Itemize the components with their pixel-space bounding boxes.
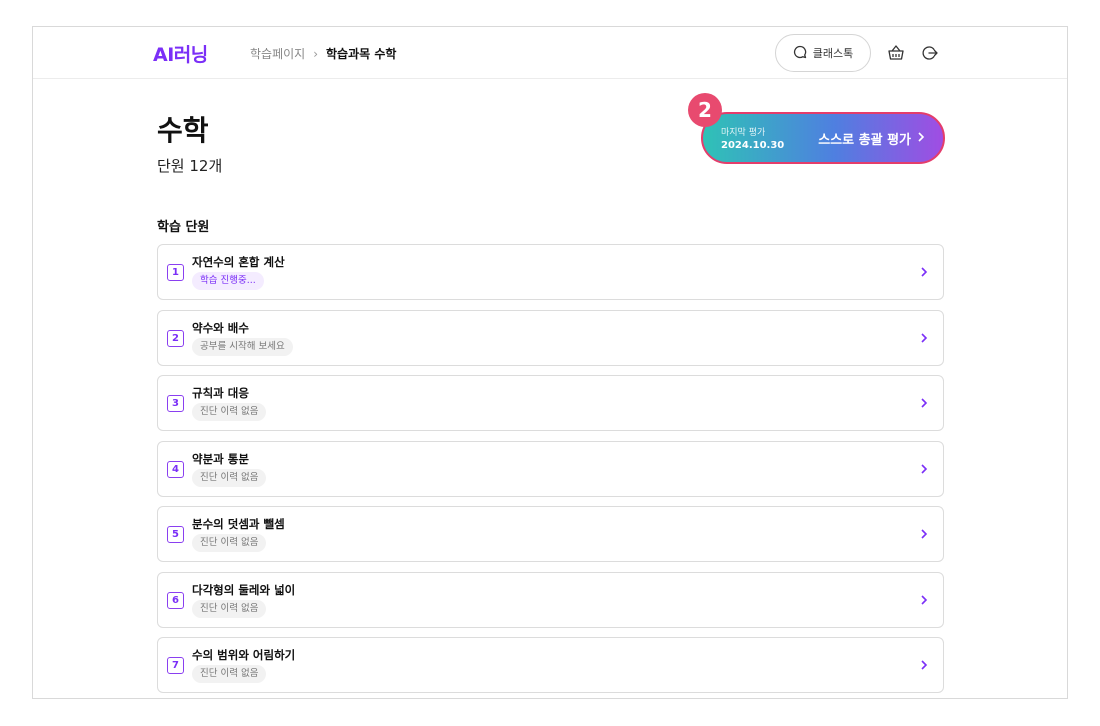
unit-number: 2 — [167, 329, 184, 347]
unit-name: 규칙과 대응 — [192, 386, 249, 400]
unit-number: 7 — [167, 657, 184, 674]
basket-icon[interactable] — [886, 43, 906, 63]
unit-card[interactable]: 5 분수의 덧셈과 뺄셈 진단 이력 없음 — [157, 506, 944, 562]
unit-list: 1 자연수의 혼합 계산 학습 진행중... 2 약수와 배수 공부를 시작해 … — [157, 244, 944, 698]
last-evaluation-label: 마지막 평가 — [721, 128, 766, 138]
unit-card[interactable]: 7 수의 범위와 어림하기 진단 이력 없음 — [157, 637, 944, 693]
chevron-right-icon — [917, 265, 931, 279]
unit-count: 단원 12개 — [157, 157, 223, 175]
logo[interactable]: AI러닝 — [153, 40, 208, 67]
classtalk-button[interactable]: 클래스톡 — [775, 34, 871, 72]
unit-status: 진단 이력 없음 — [192, 403, 267, 421]
chevron-right-icon — [917, 593, 931, 607]
chevron-right-icon — [917, 396, 931, 410]
unit-status: 진단 이력 없음 — [192, 534, 267, 552]
last-evaluation-date: 2024.10.30 — [721, 140, 785, 151]
breadcrumb: 학습페이지 › 학습과목 수학 — [250, 45, 396, 62]
chevron-right-icon — [917, 527, 931, 541]
unit-status: 공부를 시작해 보세요 — [192, 337, 293, 356]
unit-card[interactable]: 1 자연수의 혼합 계산 학습 진행중... — [157, 244, 944, 300]
unit-name: 약분과 통분 — [192, 451, 249, 466]
self-evaluation-button[interactable]: 마지막 평가 2024.10.30 스스로 총괄 평가 — [701, 112, 945, 164]
chevron-right-icon — [917, 658, 931, 672]
unit-number: 1 — [167, 264, 184, 281]
breadcrumb-parent[interactable]: 학습페이지 — [250, 45, 305, 62]
unit-number: 4 — [167, 460, 184, 478]
unit-number: 5 — [167, 526, 184, 543]
breadcrumb-separator: › — [313, 46, 319, 61]
logout-icon[interactable] — [920, 43, 940, 63]
breadcrumb-current: 학습과목 수학 — [326, 47, 397, 61]
unit-name: 다각형의 둘레와 넓이 — [192, 582, 296, 597]
top-bar: AI러닝 학습페이지 › 학습과목 수학 클래스톡 — [33, 27, 1067, 79]
section-title: 학습 단원 — [157, 220, 210, 235]
evaluation-action-label: 스스로 총괄 평가 — [818, 132, 911, 148]
unit-card[interactable]: 3 규칙과 대응 진단 이력 없음 — [157, 375, 944, 431]
app-frame: AI러닝 학습페이지 › 학습과목 수학 클래스톡 수학 단원 12개 2 마지… — [32, 26, 1068, 699]
chevron-right-icon — [917, 331, 931, 345]
unit-card[interactable]: 6 다각형의 둘레와 넓이 진단 이력 없음 — [157, 571, 944, 628]
chevron-right-icon — [917, 131, 925, 146]
unit-number: 3 — [167, 395, 184, 412]
unit-name: 분수의 덧셈과 뺄셈 — [192, 517, 285, 531]
step-badge: 2 — [688, 93, 722, 127]
unit-status: 진단 이력 없음 — [192, 599, 267, 618]
unit-status: 학습 진행중... — [192, 272, 264, 290]
unit-status: 진단 이력 없음 — [192, 665, 267, 683]
chevron-right-icon — [917, 462, 931, 476]
chat-bubble-icon — [793, 45, 807, 62]
unit-status: 진단 이력 없음 — [192, 468, 267, 487]
unit-card[interactable]: 4 약분과 통분 진단 이력 없음 — [157, 440, 944, 497]
page-title: 수학 — [157, 114, 209, 147]
unit-name: 약수와 배수 — [192, 320, 249, 335]
unit-number: 6 — [167, 591, 184, 609]
unit-card[interactable]: 2 약수와 배수 공부를 시작해 보세요 — [157, 309, 944, 366]
unit-name: 자연수의 혼합 계산 — [192, 255, 285, 269]
unit-name: 수의 범위와 어림하기 — [192, 648, 296, 662]
classtalk-label: 클래스톡 — [812, 47, 854, 60]
